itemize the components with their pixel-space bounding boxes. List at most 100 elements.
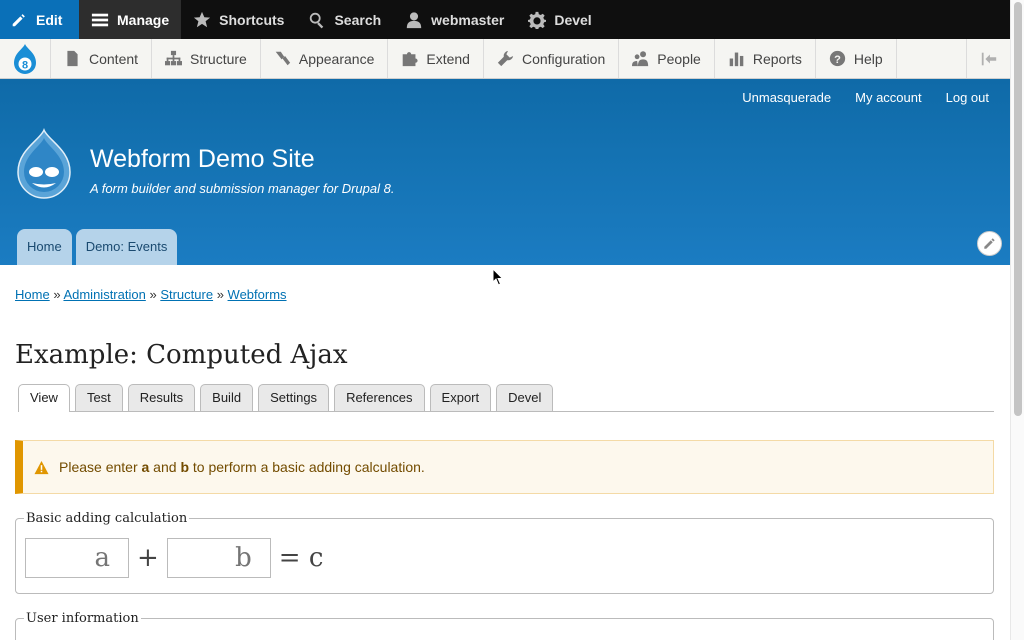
site-logo[interactable] (14, 128, 74, 200)
puzzle-icon (403, 52, 418, 67)
people-icon (632, 51, 649, 67)
star-icon (194, 11, 211, 27)
user-label: webmaster (431, 11, 505, 28)
edit-button[interactable]: Edit (0, 0, 79, 39)
warning-message: Please enter a and b to perform a basic … (15, 440, 994, 494)
site-slogan: A form builder and submission manager fo… (90, 181, 395, 196)
document-icon (67, 50, 78, 67)
site-name[interactable]: Webform Demo Site (90, 145, 315, 174)
drupal-logo-icon: 8 (14, 43, 36, 74)
menu-help-label: Help (853, 50, 883, 67)
svg-text:8: 8 (22, 59, 28, 71)
menu-reports[interactable]: Reports (715, 39, 816, 78)
my-account-link[interactable]: My account (855, 90, 921, 105)
tab-export[interactable]: Export (429, 384, 492, 411)
pencil-icon (984, 238, 995, 249)
plus-sign: + (137, 543, 159, 573)
search-tab[interactable]: Search (296, 0, 393, 39)
menu-extend[interactable]: Extend (388, 39, 484, 78)
admin-menu-tray: 8 Content Structure Appearance Extend Co… (0, 39, 1010, 79)
calculation-row: + = c (25, 538, 323, 578)
menu-help[interactable]: ? Help (816, 39, 897, 78)
basic-calculation-fieldset: Basic adding calculation + = c (15, 511, 994, 594)
input-a[interactable] (25, 538, 129, 578)
input-b[interactable] (166, 538, 271, 578)
menu-appearance-label: Appearance (298, 50, 375, 67)
warning-text: Please enter a and b to perform a basic … (59, 459, 425, 475)
log-out-link[interactable]: Log out (946, 90, 989, 105)
primary-tab-home[interactable]: Home (17, 229, 72, 265)
paintbrush-icon (275, 51, 291, 66)
fieldset-legend: User information (24, 611, 141, 626)
search-label: Search (334, 11, 382, 28)
user-tab[interactable]: webmaster (393, 0, 516, 39)
menu-people-label: People (657, 50, 701, 67)
shortcuts-tab[interactable]: Shortcuts (181, 0, 296, 39)
pencil-icon (12, 13, 25, 26)
menu-people[interactable]: People (619, 39, 715, 78)
fieldset-legend: Basic adding calculation (24, 511, 190, 526)
warning-text-b: b (180, 459, 189, 475)
contextual-edit-button[interactable] (977, 231, 1002, 256)
menu-reports-label: Reports (752, 50, 802, 67)
menu-content-label: Content (89, 50, 139, 67)
secondary-menu: Unmasquerade My account Log out (742, 90, 989, 105)
tab-test[interactable]: Test (74, 384, 123, 411)
menu-structure-label: Structure (190, 50, 247, 67)
site-header: Unmasquerade My account Log out Webform … (0, 79, 1010, 265)
breadcrumb-structure[interactable]: Structure (160, 287, 213, 302)
scrollbar-thumb[interactable] (1014, 2, 1022, 416)
orientation-toggle-button[interactable] (966, 39, 1010, 78)
tab-build[interactable]: Build (200, 384, 254, 411)
breadcrumb-home[interactable]: Home (15, 287, 50, 302)
page-scrollbar[interactable] (1010, 0, 1024, 640)
menu-configuration[interactable]: Configuration (484, 39, 620, 78)
mouse-cursor-icon (492, 268, 504, 286)
warning-text-mid: and (149, 459, 181, 475)
warning-text-pre: Please enter (59, 459, 142, 475)
warning-icon (34, 460, 49, 474)
breadcrumb-webforms[interactable]: Webforms (228, 287, 287, 302)
user-information-fieldset: User information (15, 611, 994, 640)
unmasquerade-link[interactable]: Unmasquerade (742, 90, 831, 105)
breadcrumb-separator: » (53, 287, 61, 302)
svg-text:?: ? (834, 54, 841, 66)
tab-results[interactable]: Results (127, 384, 196, 411)
warning-text-post: to perform a basic adding calculation. (189, 459, 425, 475)
manage-label: Manage (117, 11, 170, 28)
drupal-home-link[interactable]: 8 (0, 39, 51, 78)
user-icon (406, 11, 422, 28)
menu-content[interactable]: Content (51, 39, 153, 78)
tab-references[interactable]: References (334, 384, 425, 411)
primary-tab-demo-events[interactable]: Demo: Events (75, 229, 178, 265)
manage-tab[interactable]: Manage (79, 0, 182, 39)
bar-chart-icon (729, 52, 744, 67)
equals-result: = c (278, 543, 324, 573)
tab-settings[interactable]: Settings (258, 384, 330, 411)
devel-tab[interactable]: Devel (516, 0, 603, 39)
tab-view[interactable]: View (18, 384, 70, 412)
collapse-arrow-icon (981, 52, 996, 65)
menu-configuration-label: Configuration (521, 50, 606, 67)
admin-toolbar: Edit Manage Shortcuts Search webmaster D… (0, 0, 1010, 39)
page-title: Example: Computed Ajax (15, 340, 348, 370)
sitemap-icon (165, 50, 183, 66)
breadcrumb-separator: » (149, 287, 157, 302)
local-tasks-tabs: View Test Results Build Settings Referen… (18, 384, 994, 412)
devel-label: Devel (554, 11, 592, 28)
menu-appearance[interactable]: Appearance (261, 39, 389, 78)
search-icon (310, 12, 324, 28)
help-icon: ? (829, 50, 846, 67)
wrench-icon (497, 50, 514, 67)
tab-devel[interactable]: Devel (496, 384, 554, 411)
breadcrumb: Home » Administration » Structure » Webf… (15, 287, 287, 302)
breadcrumb-administration[interactable]: Administration (63, 287, 145, 302)
edit-label: Edit (36, 11, 63, 28)
gear-icon (528, 11, 547, 29)
primary-menu: Home Demo: Events (17, 229, 178, 265)
breadcrumb-separator: » (216, 287, 224, 302)
shortcuts-label: Shortcuts (219, 11, 285, 28)
hamburger-icon (91, 13, 109, 26)
menu-structure[interactable]: Structure (152, 39, 261, 78)
